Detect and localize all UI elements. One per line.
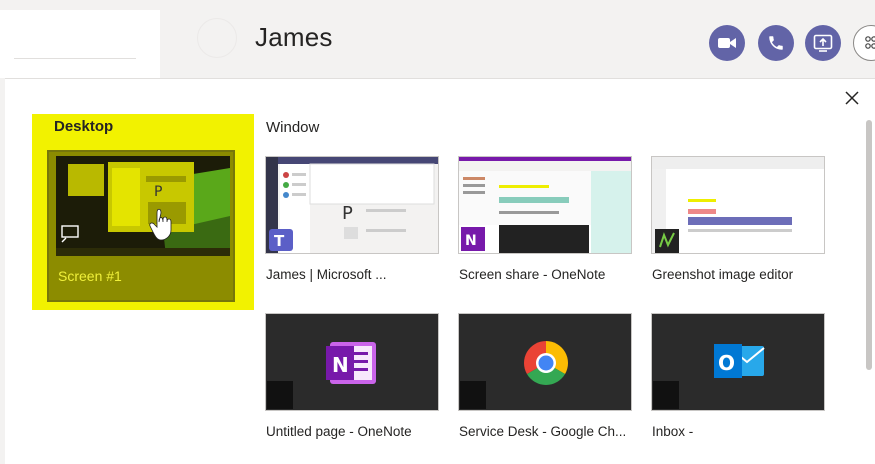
participants-button[interactable] — [853, 25, 875, 61]
chat-header: James — [0, 0, 875, 78]
scrollbar[interactable] — [866, 120, 872, 370]
window-caption: Service Desk - Google Ch... — [459, 424, 627, 439]
svg-text:N: N — [332, 353, 349, 377]
chat-title: James — [255, 22, 333, 52]
window-tile-outlook[interactable]: O — [651, 313, 825, 411]
screen-thumbnail: P — [56, 156, 230, 256]
video-call-button[interactable] — [709, 25, 745, 61]
window-caption: Untitled page - OneNote — [266, 424, 412, 439]
teams-window-thumbnail: P T — [266, 157, 438, 253]
window-tile-chrome[interactable] — [458, 313, 632, 411]
screen-tile[interactable]: P Screen #1 — [47, 150, 235, 302]
desktop-section-title: Desktop — [54, 118, 114, 135]
window-caption: James | Microsoft ... — [266, 267, 387, 282]
close-icon[interactable] — [843, 89, 861, 107]
window-corner — [460, 381, 486, 409]
window-corner — [267, 381, 293, 409]
window-caption: Inbox - — [652, 424, 694, 439]
divider — [14, 58, 136, 59]
window-corner — [653, 381, 679, 409]
window-section-title: Window — [266, 119, 320, 136]
svg-text:P: P — [342, 203, 353, 224]
onenote-window-thumbnail: N — [459, 157, 631, 253]
svg-text:T: T — [274, 232, 285, 250]
audio-call-icon — [769, 36, 783, 50]
avatar[interactable] — [197, 18, 237, 58]
share-screen-button[interactable] — [805, 25, 841, 61]
window-caption: Greenshot image editor — [652, 267, 794, 282]
window-tile-onenote-screen-share[interactable]: N — [458, 156, 632, 254]
window-tile-greenshot[interactable] — [651, 156, 825, 254]
share-screen-icon — [813, 34, 833, 52]
window-tile-onenote-untitled[interactable]: N — [265, 313, 439, 411]
participants-icon — [865, 36, 875, 49]
greenshot-window-thumbnail — [652, 157, 824, 253]
video-call-icon — [718, 38, 736, 48]
screen-label: Screen #1 — [58, 268, 122, 284]
audio-call-button[interactable] — [758, 25, 794, 61]
svg-text:N: N — [465, 233, 477, 249]
svg-text:O: O — [718, 351, 735, 375]
chat-list-pane — [0, 10, 160, 78]
window-caption: Screen share - OneNote — [459, 267, 606, 282]
window-tile-teams[interactable]: P T — [265, 156, 439, 254]
svg-text:P: P — [154, 184, 162, 200]
